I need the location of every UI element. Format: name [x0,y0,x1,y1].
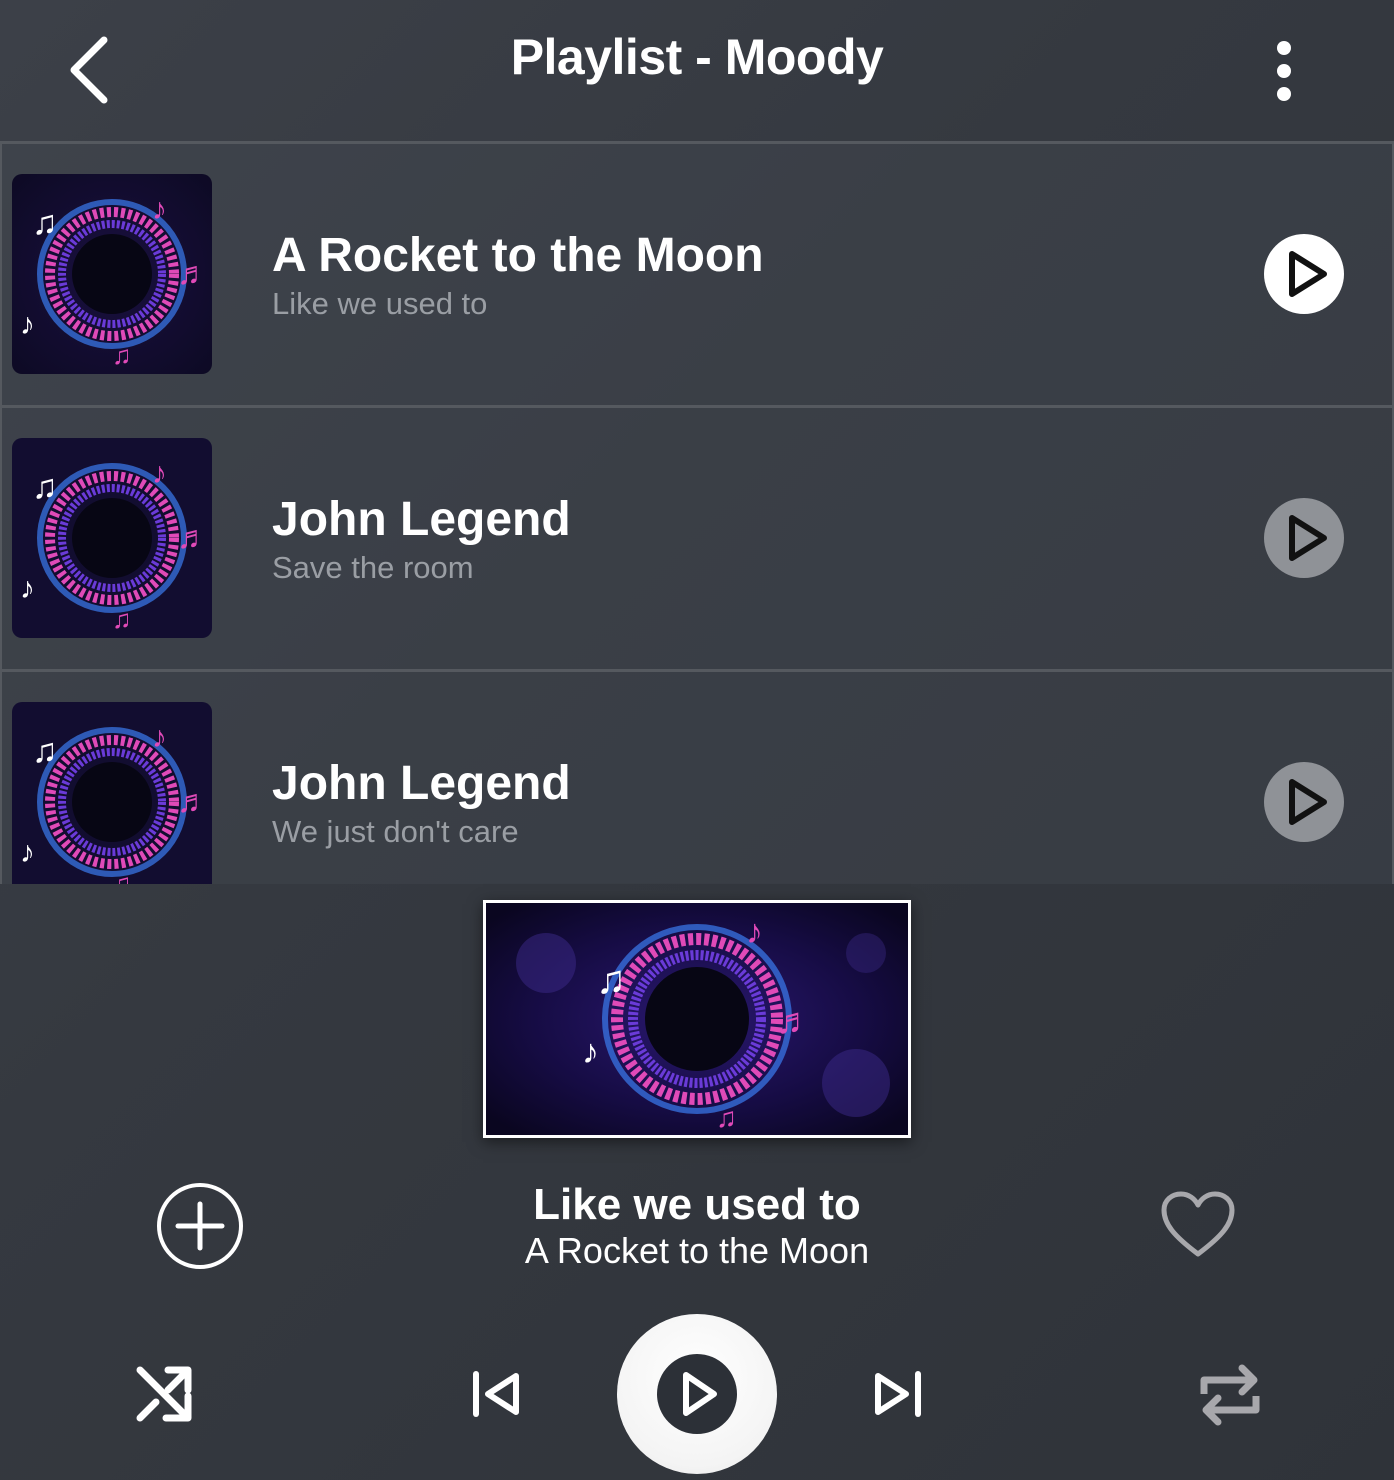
play-icon [1289,779,1327,825]
svg-text:♫: ♫ [716,1102,737,1133]
svg-text:♫: ♫ [32,732,58,770]
song-title: John Legend [272,493,571,546]
add-to-playlist-button[interactable] [156,1182,244,1270]
svg-text:♫: ♫ [112,604,132,634]
song-subtitle: Like we used to [272,286,488,321]
play-track-button[interactable] [1264,762,1344,842]
svg-text:♬: ♬ [776,1000,812,1041]
skip-previous-icon [473,1371,519,1417]
svg-text:♪: ♪ [152,457,167,490]
svg-text:♫: ♫ [32,204,58,242]
svg-text:♬: ♬ [177,255,209,291]
shuffle-icon [136,1366,192,1422]
svg-text:♫: ♫ [32,468,58,506]
album-art-thumbnail: ♫ ♪ ♬ ♪ ♫ [12,438,212,638]
previous-track-button[interactable] [468,1366,524,1422]
svg-text:♪: ♪ [152,193,167,226]
play-icon [1289,515,1327,561]
song-title: John Legend [272,757,571,810]
svg-text:♪: ♪ [746,913,763,951]
playlist-item[interactable]: ♫ ♪ ♬ ♪ ♫ John Legend We just don't care [0,672,1394,884]
svg-text:♫: ♫ [596,958,626,1002]
play-track-button[interactable] [1264,234,1344,314]
song-subtitle: We just don't care [272,814,519,849]
svg-text:♪: ♪ [152,721,167,754]
album-art-thumbnail: ♫ ♪ ♬ ♪ ♫ [12,702,212,884]
more-options-button[interactable] [1262,38,1306,106]
playlist-list: ♫ ♪ ♬ ♪ ♫ A Rocket to the Moon Like we u… [0,141,1394,884]
skip-next-icon [875,1371,921,1417]
song-title: A Rocket to the Moon [272,229,764,282]
svg-text:♬: ♬ [177,783,209,819]
playlist-item[interactable]: ♫ ♪ ♬ ♪ ♫ John Legend Save the room [0,408,1394,672]
repeat-button[interactable] [1196,1360,1264,1430]
svg-text:♪: ♪ [20,572,35,605]
main-play-button[interactable] [617,1314,777,1474]
heart-icon [1161,1191,1235,1257]
now-playing-album-art: ♫ ♪ ♬ ♪ ♫ [483,900,911,1138]
page-title: Playlist - Moody [510,29,884,85]
play-icon [657,1354,737,1434]
add-circle-icon [157,1183,243,1269]
svg-text:♫: ♫ [112,868,132,884]
app-header: Playlist - Moody [0,0,1394,140]
svg-text:♪: ♪ [582,1033,599,1071]
shuffle-button[interactable] [132,1362,196,1426]
like-button[interactable] [1160,1190,1236,1260]
playlist-item[interactable]: ♫ ♪ ♬ ♪ ♫ A Rocket to the Moon Like we u… [0,144,1394,408]
svg-text:♫: ♫ [112,340,132,370]
next-track-button[interactable] [870,1366,926,1422]
play-icon [1289,251,1327,297]
song-subtitle: Save the room [272,550,474,585]
svg-text:♬: ♬ [177,519,209,555]
svg-text:♪: ♪ [20,308,35,341]
more-vertical-icon [1277,41,1291,101]
repeat-icon [1200,1364,1260,1426]
play-track-button[interactable] [1264,498,1344,578]
album-art-thumbnail: ♫ ♪ ♬ ♪ ♫ [12,174,212,374]
svg-text:♪: ♪ [20,836,35,869]
